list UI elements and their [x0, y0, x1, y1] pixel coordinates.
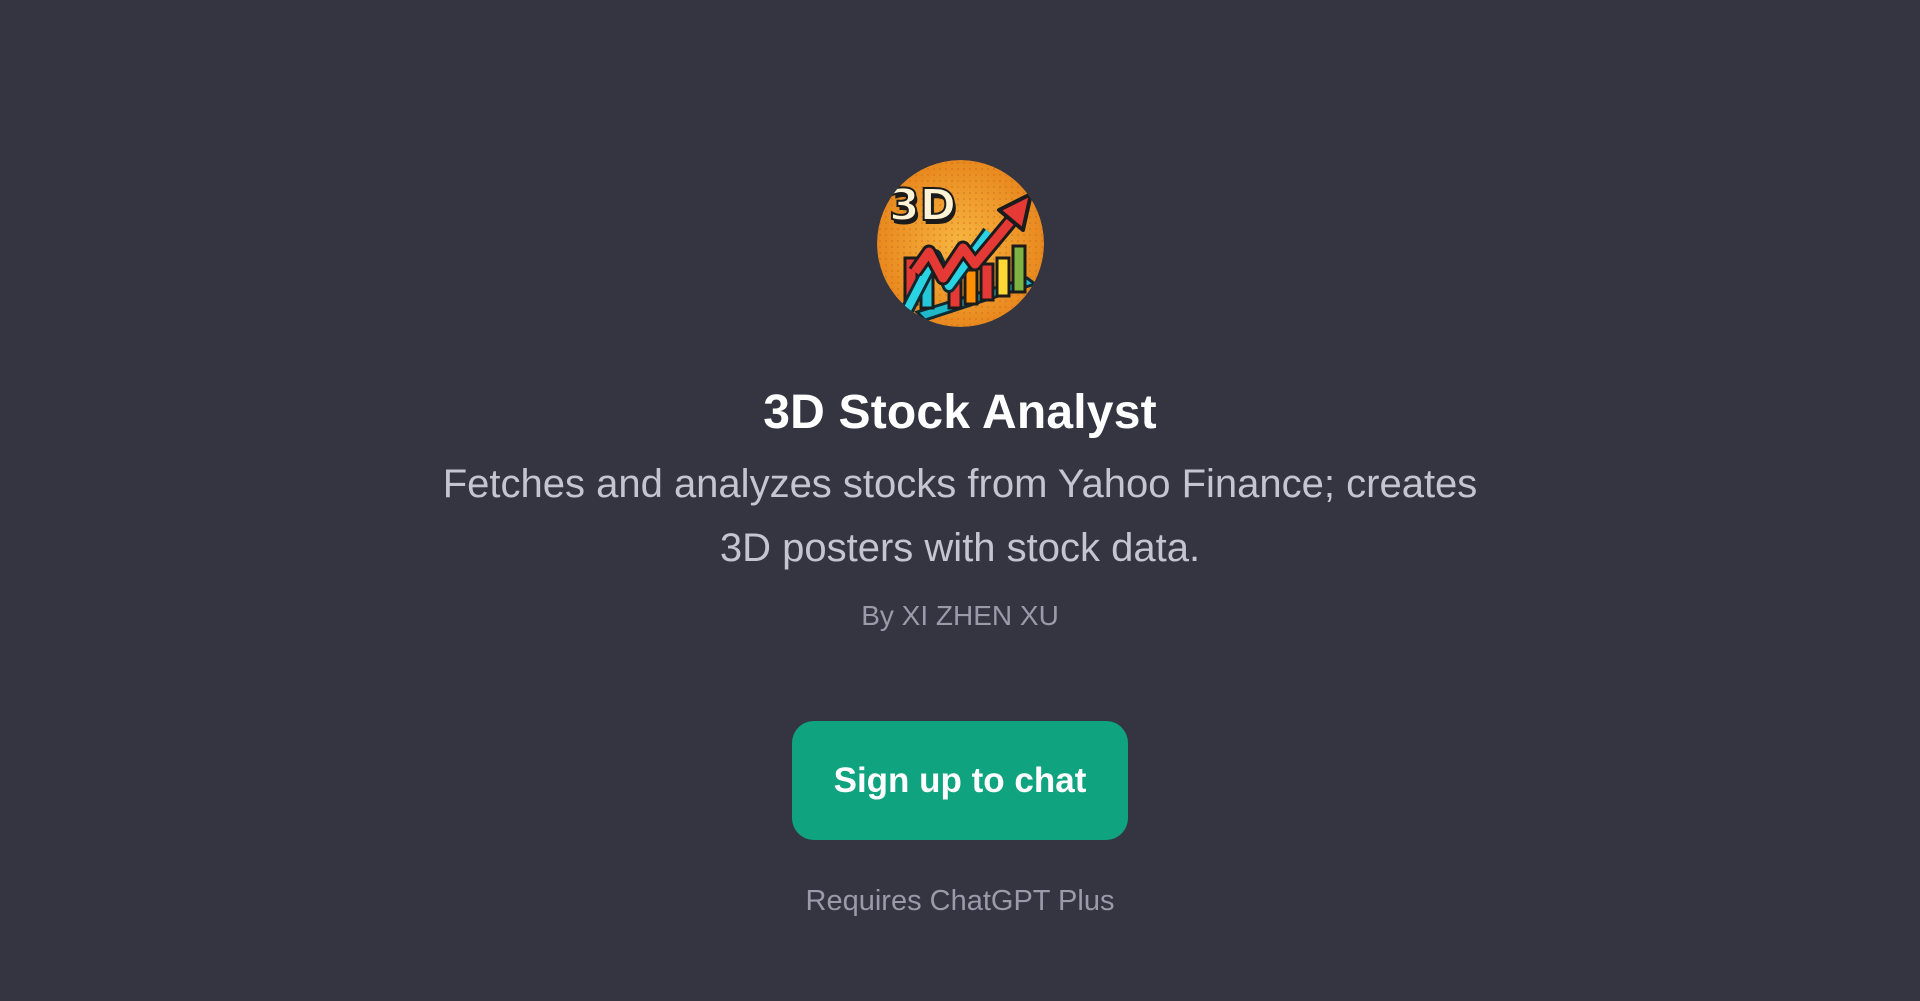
- gpt-description: Fetches and analyzes stocks from Yahoo F…: [442, 462, 1478, 570]
- requirement-note: Requires ChatGPT Plus: [805, 885, 1115, 917]
- gpt-avatar: 3D 3D: [876, 160, 1044, 327]
- gpt-author: By XI ZHEN XU: [861, 600, 1059, 631]
- svg-text:3D: 3D: [889, 180, 956, 231]
- 3d-stock-chart-logo-icon: 3D 3D: [876, 160, 1044, 327]
- gpt-name: 3D Stock Analyst: [763, 386, 1157, 439]
- sign-up-to-chat-button[interactable]: Sign up to chat: [792, 721, 1128, 840]
- gpt-landing-page: 3D 3D 3D Stock Analyst Fetches and analy…: [0, 0, 1920, 1001]
